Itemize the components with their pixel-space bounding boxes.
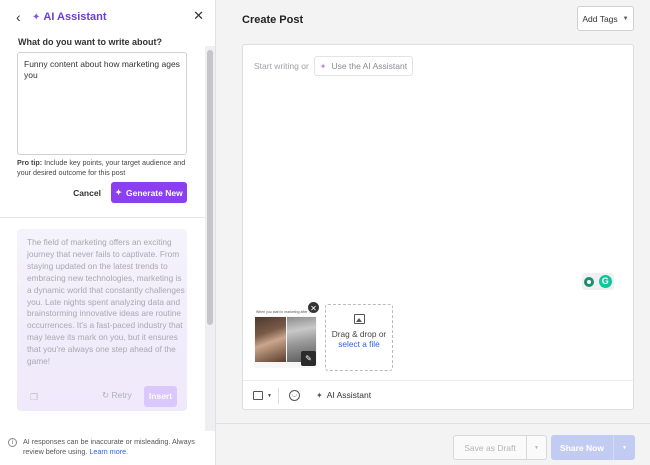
prompt-question-label: What do you want to write about? xyxy=(18,37,162,47)
magic-wand-icon: ✦ xyxy=(316,390,323,400)
select-file-link[interactable]: select a file xyxy=(338,339,380,349)
remove-media-icon[interactable]: ✕ xyxy=(307,301,320,314)
grammarly-icon[interactable]: G xyxy=(598,275,612,288)
toolbar-separator xyxy=(278,388,279,404)
pro-tip-label: Pro tip: xyxy=(17,158,43,167)
caret-down-icon: ▼ xyxy=(267,392,272,399)
location-pin-icon[interactable] xyxy=(584,276,595,287)
info-icon: i xyxy=(8,438,17,447)
panel-scrollbar-thumb[interactable] xyxy=(207,50,213,325)
generate-new-label: Generate New xyxy=(126,187,183,198)
add-media-icon xyxy=(253,391,263,400)
emoji-icon[interactable]: ◡ xyxy=(289,390,300,401)
toolbar-ai-label: AI Assistant xyxy=(326,390,372,400)
use-ai-assistant-button[interactable]: ✦ Use the AI Assistant xyxy=(313,56,414,76)
pro-tip-text: Include key points, your target audience… xyxy=(17,158,186,177)
chevron-left-icon[interactable]: ‹ xyxy=(16,9,28,25)
meme-photo-left xyxy=(255,317,286,362)
toolbar-ai-assistant-button[interactable]: ✦ AI Assistant xyxy=(316,390,371,400)
add-tags-label: Add Tags xyxy=(582,13,618,24)
grammarly-widget[interactable]: G xyxy=(582,273,614,290)
copy-icon[interactable]: ❐ xyxy=(30,392,40,402)
insert-button[interactable]: Insert xyxy=(144,386,177,407)
editor-placeholder: Start writing or ✦ Use the AI Assistant xyxy=(254,56,414,76)
post-editor[interactable]: Start writing or ✦ Use the AI Assistant … xyxy=(242,44,634,410)
footer-divider xyxy=(216,423,650,424)
edit-pencil-icon[interactable]: ✎ xyxy=(301,351,316,366)
placeholder-text: Start writing or xyxy=(254,61,309,71)
pro-tip: Pro tip: Include key points, your target… xyxy=(17,158,195,178)
media-dropzone[interactable]: Drag & drop or select a file xyxy=(325,304,393,371)
image-icon xyxy=(353,314,365,324)
generate-new-button[interactable]: ✦ Generate New xyxy=(111,182,187,203)
ai-disclaimer: i AI responses can be inaccurate or misl… xyxy=(8,437,208,457)
page-title: Create Post xyxy=(242,14,304,26)
caret-down-icon[interactable]: ▼ xyxy=(614,445,635,451)
ai-panel-title: AI Assistant xyxy=(43,11,107,23)
add-media-button[interactable]: ▼ xyxy=(253,391,272,400)
add-tags-dropdown[interactable]: Add Tags ▼ xyxy=(577,6,634,31)
save-as-draft-split-button: Save as Draft ▼ xyxy=(453,435,547,460)
ai-result-text: The field of marketing offers an excitin… xyxy=(27,237,185,367)
learn-more-link[interactable]: Learn more. xyxy=(89,447,128,456)
use-ai-label: Use the AI Assistant xyxy=(331,61,408,71)
toolbar-divider xyxy=(243,380,633,381)
retry-button[interactable]: ↻ Retry xyxy=(102,390,132,401)
save-as-draft-button[interactable]: Save as Draft xyxy=(454,443,526,453)
close-icon[interactable]: ✕ xyxy=(193,8,204,24)
caret-down-icon[interactable]: ▼ xyxy=(527,445,546,451)
app-root: ‹ ✦ AI Assistant ✕ What do you want to w… xyxy=(0,0,650,465)
ai-result-card: The field of marketing offers an excitin… xyxy=(17,229,187,411)
magic-wand-icon: ✦ xyxy=(115,188,122,197)
magic-wand-icon: ✦ xyxy=(319,61,327,71)
share-now-split-button: Share Now ▼ xyxy=(551,435,635,460)
retry-label: Retry xyxy=(111,390,132,400)
ai-assistant-panel: ‹ ✦ AI Assistant ✕ What do you want to w… xyxy=(0,0,216,465)
dropzone-text: Drag & drop or xyxy=(331,329,387,339)
divider xyxy=(0,217,205,218)
ai-panel-header: ‹ ✦ AI Assistant ✕ xyxy=(16,8,204,26)
magic-wand-icon: ✦ xyxy=(32,11,41,23)
share-now-button[interactable]: Share Now xyxy=(551,443,613,453)
prompt-input[interactable] xyxy=(17,52,187,155)
cancel-button[interactable]: Cancel xyxy=(68,184,106,202)
caret-down-icon: ▼ xyxy=(622,15,629,22)
